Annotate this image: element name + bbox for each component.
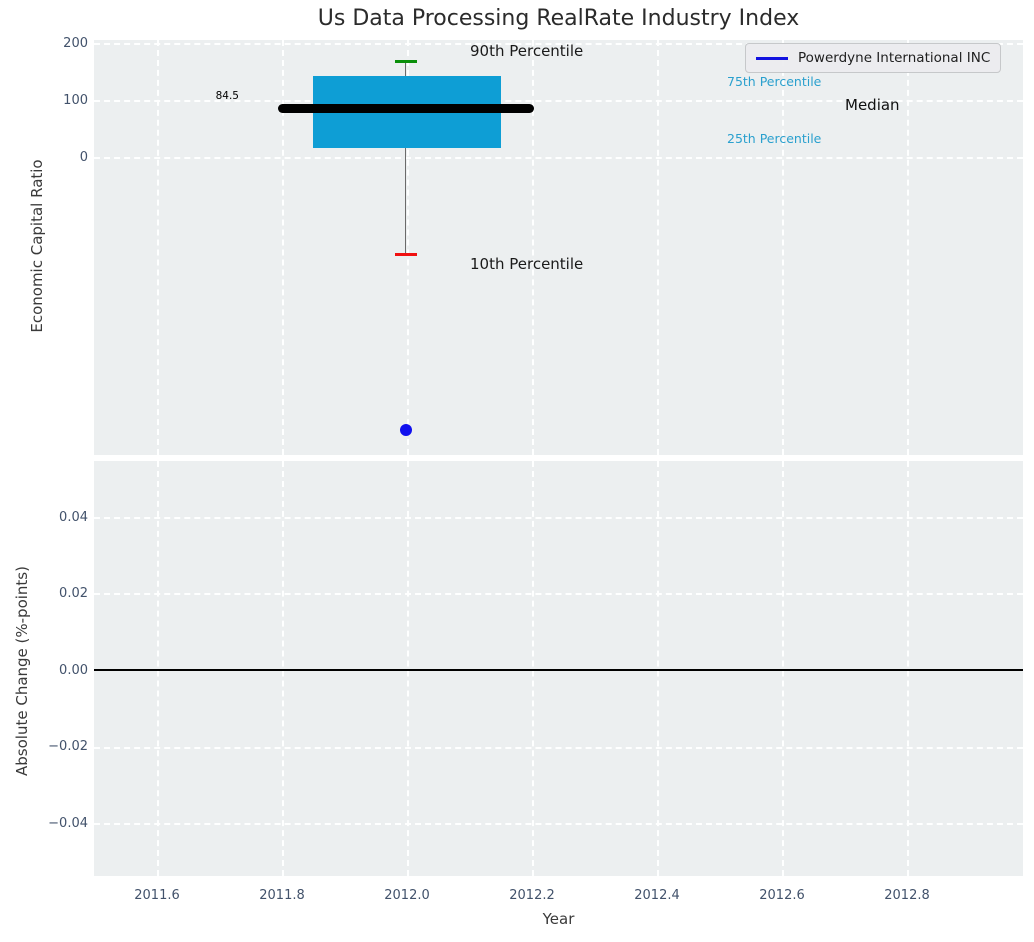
xtick-2012-4: 2012.4 xyxy=(634,888,680,903)
xtick-2011-8: 2011.8 xyxy=(259,888,305,903)
gridline-x-2011-8 xyxy=(282,40,284,455)
annotation-90th-percentile: 90th Percentile xyxy=(470,42,584,60)
ytick-0-04: 0.04 xyxy=(59,510,88,525)
gridline-y-0 xyxy=(94,157,1023,159)
xtick-2012-2: 2012.2 xyxy=(509,888,555,903)
company-data-point xyxy=(400,424,412,436)
bottom-axes xyxy=(94,461,1023,876)
gridline-x-2012-4 xyxy=(657,40,659,455)
ytick-0-02: 0.02 xyxy=(59,586,88,601)
median-value-label: 84.5 xyxy=(215,90,239,102)
gridline-x-2012-8 xyxy=(907,40,909,455)
gridline-y-neg-0-04 xyxy=(94,823,1023,825)
xtick-2011-6: 2011.6 xyxy=(134,888,180,903)
boxplot-90th-percentile-cap xyxy=(395,60,417,63)
legend: Powerdyne International INC xyxy=(745,43,1002,73)
ytick-neg-0-04: −0.04 xyxy=(48,816,88,831)
gridline-y-neg-0-02 xyxy=(94,747,1023,749)
top-y-axis-label: Economic Capital Ratio xyxy=(28,159,46,333)
xtick-2012-0: 2012.0 xyxy=(384,888,430,903)
annotation-median: Median xyxy=(845,96,900,114)
gridline-x-2012-2 xyxy=(532,40,534,455)
gridline-y-0-02 xyxy=(94,593,1023,595)
figure-canvas: Us Data Processing RealRate Industry Ind… xyxy=(0,0,1034,942)
annotation-75th-percentile: 75th Percentile xyxy=(727,74,822,89)
x-axis-label: Year xyxy=(542,910,575,928)
zero-reference-line xyxy=(94,669,1023,671)
boxplot-10th-percentile-cap xyxy=(395,253,417,256)
gridline-x-2012-6 xyxy=(782,40,784,455)
legend-line-swatch xyxy=(756,56,788,60)
xtick-2012-8: 2012.8 xyxy=(884,888,930,903)
gridline-x-2011-6 xyxy=(157,40,159,455)
xtick-2012-6: 2012.6 xyxy=(759,888,805,903)
ytick-neg-0-02: −0.02 xyxy=(48,739,88,754)
gridline-y-0-04 xyxy=(94,517,1023,519)
chart-title: Us Data Processing RealRate Industry Ind… xyxy=(317,6,800,31)
boxplot-median-line xyxy=(278,104,534,113)
annotation-10th-percentile: 10th Percentile xyxy=(470,255,584,273)
annotation-25th-percentile: 25th Percentile xyxy=(727,131,822,146)
bottom-y-axis-label: Absolute Change (%-points) xyxy=(13,566,31,776)
ytick-0-00: 0.00 xyxy=(59,663,88,678)
ytick-200: 200 xyxy=(63,36,88,51)
legend-series-label: Powerdyne International INC xyxy=(798,50,991,66)
